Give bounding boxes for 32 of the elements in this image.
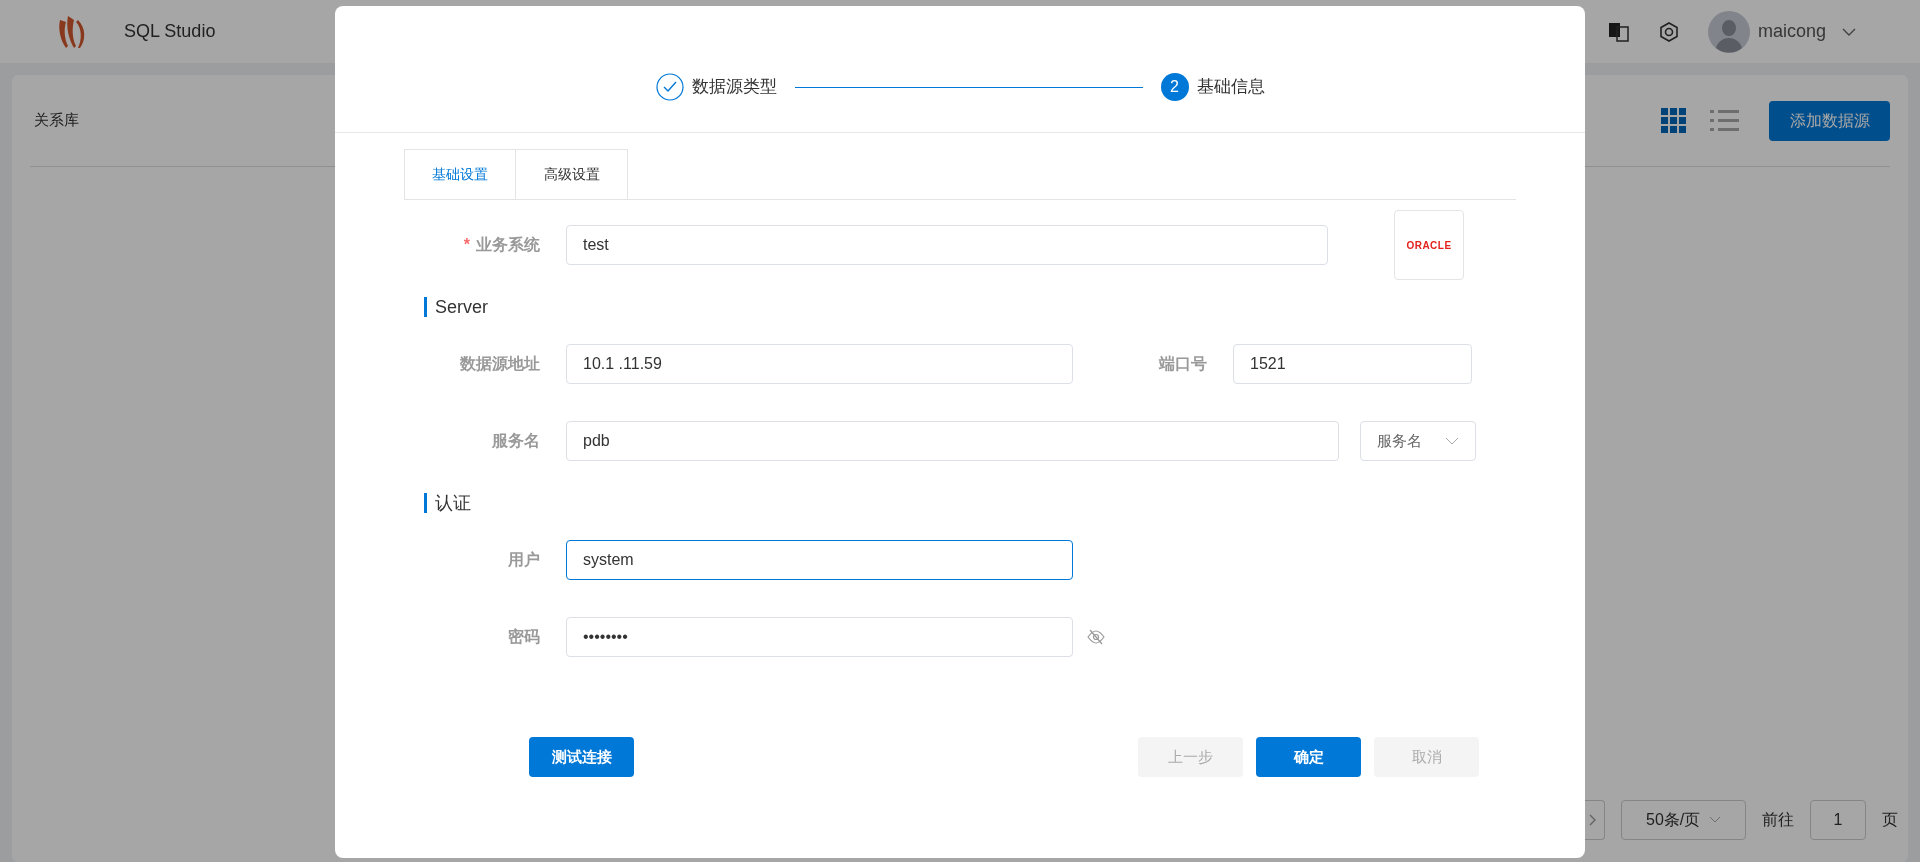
user-name[interactable]: maicong — [1757, 18, 1826, 45]
service-name-select[interactable]: 服务名 — [1360, 421, 1476, 461]
input-field[interactable]: system — [566, 540, 1073, 580]
input-field[interactable]: test — [566, 225, 1328, 265]
input-field[interactable]: 1521 — [1233, 344, 1472, 384]
tab[interactable]: 基础设置 — [404, 149, 516, 199]
select-value: 服务名 — [1377, 430, 1422, 451]
add-datasource-button[interactable]: 添加数据源 — [1769, 100, 1890, 141]
goto-label: 前往 — [1762, 810, 1794, 830]
field-label: 密码 — [507, 627, 540, 647]
field-label: 用户 — [507, 550, 540, 570]
field-label: 端口号 — [1157, 354, 1207, 374]
field-label: 服务名 — [491, 431, 540, 451]
input-field[interactable]: 10.1 .11.59 — [566, 344, 1073, 384]
field-label: 数据源地址 — [459, 354, 540, 374]
field-label: * 业务系统 — [462, 235, 540, 255]
page-number-field[interactable]: 1 — [1810, 800, 1866, 840]
tab[interactable]: 高级设置 — [516, 149, 628, 199]
page-unit-label: 页 — [1882, 810, 1898, 830]
step-label: 数据源类型 — [691, 76, 777, 99]
section-title: Server — [435, 295, 488, 319]
input-field[interactable]: •••••••• — [566, 617, 1073, 657]
input-field[interactable]: pdb — [566, 421, 1339, 461]
page-title: 关系库 — [34, 110, 79, 131]
step-label: 基础信息 — [1196, 76, 1265, 99]
step-number: 2 — [1160, 73, 1189, 101]
section-title: 认证 — [435, 491, 471, 515]
dialog-button[interactable]: 确定 — [1256, 737, 1361, 777]
page-size-select[interactable]: 50条/页 — [1621, 800, 1746, 840]
app-title: SQL Studio — [124, 20, 216, 43]
oracle-logo: ORACLE — [1394, 210, 1464, 280]
dialog-button[interactable]: 测试连接 — [529, 737, 634, 777]
